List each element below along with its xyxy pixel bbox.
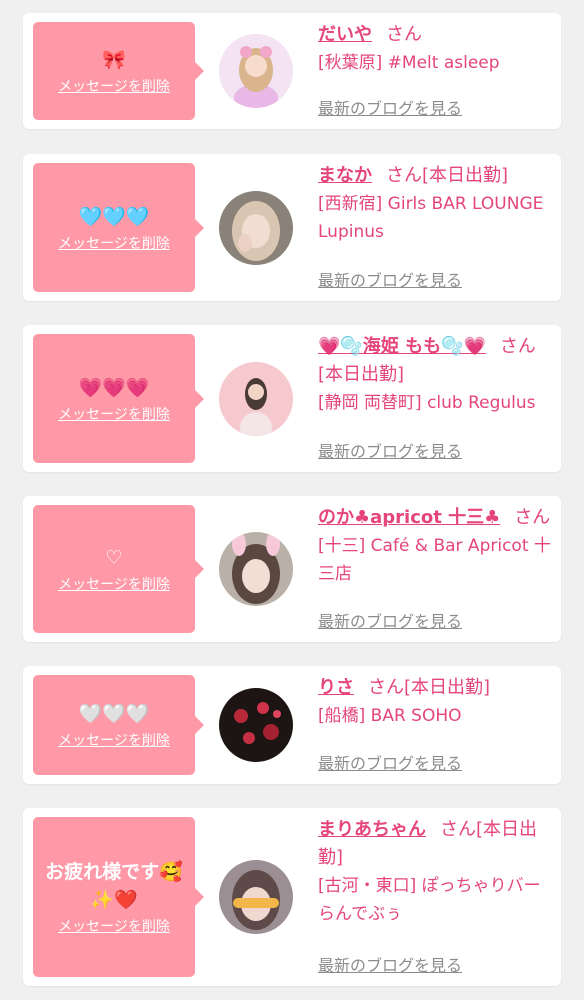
- message-list: 🎀 メッセージを削除 だいや さん [秋葉原] #Melt asleep 最新のブ…: [0, 0, 584, 1000]
- san-suffix: さん: [386, 165, 422, 186]
- message-text: お疲れ様です🥰✨❤️: [45, 861, 183, 911]
- message-text: 🎀: [102, 49, 126, 71]
- latest-blog-link[interactable]: 最新のブログを見る: [318, 438, 462, 462]
- message-text: ♡: [105, 547, 123, 569]
- cast-name-link[interactable]: まなか: [318, 165, 372, 186]
- card-info: だいや さん [秋葉原] #Melt asleep: [318, 21, 553, 77]
- delete-message-link[interactable]: メッセージを削除: [58, 916, 170, 936]
- message-card: ♡ メッセージを削除 のか♣apricot 十三♣ さん [十三] Café & …: [23, 496, 561, 642]
- delete-message-link[interactable]: メッセージを削除: [58, 404, 170, 424]
- message-bubble: ♡ メッセージを削除: [33, 505, 204, 633]
- shop-name: [西新宿] Girls BAR LOUNGE Lupinus: [318, 194, 544, 242]
- message-bubble: 🤍🤍🤍 メッセージを削除: [33, 675, 204, 775]
- card-info: りさ さん[本日出勤] [船橋] BAR SOHO: [318, 674, 553, 730]
- san-suffix: さん: [514, 507, 551, 528]
- cast-name-link[interactable]: まりあちゃん: [318, 819, 426, 840]
- shop-name: [静岡 両替町] club Regulus: [318, 393, 536, 413]
- cast-name-link[interactable]: だいや: [318, 24, 372, 45]
- delete-message-link[interactable]: メッセージを削除: [58, 76, 170, 96]
- latest-blog-link[interactable]: 最新のブログを見る: [318, 95, 462, 119]
- latest-blog-link[interactable]: 最新のブログを見る: [318, 267, 462, 291]
- san-suffix: さん: [368, 677, 404, 698]
- avatar[interactable]: [219, 532, 293, 606]
- card-info: 💗🫧海姫 もも🫧💗 さん [本日出勤] [静岡 両替町] club Regulus: [318, 333, 553, 417]
- shop-name: [古河・東口] ぽっちゃりバー らんでぶぅ: [318, 876, 541, 924]
- san-suffix: さん: [386, 24, 422, 45]
- shop-name: [秋葉原] #Melt asleep: [318, 53, 500, 73]
- card-info: のか♣apricot 十三♣ さん [十三] Café & Bar Apricot…: [318, 504, 553, 588]
- avatar[interactable]: [219, 688, 293, 762]
- message-bubble: 💗💗💗 メッセージを削除: [33, 334, 204, 463]
- avatar[interactable]: [219, 361, 293, 436]
- card-info: まなか さん[本日出勤] [西新宿] Girls BAR LOUNGE Lupin…: [318, 162, 553, 246]
- san-suffix: さん: [440, 819, 476, 840]
- message-text: 🤍🤍🤍: [78, 703, 150, 725]
- cast-name-link[interactable]: のか♣apricot 十三♣: [318, 507, 500, 528]
- avatar[interactable]: [219, 860, 293, 934]
- workday-badge: [本日出勤]: [404, 677, 491, 698]
- message-bubble: お疲れ様です🥰✨❤️ メッセージを削除: [33, 817, 204, 977]
- shop-name: [船橋] BAR SOHO: [318, 706, 462, 726]
- message-card: お疲れ様です🥰✨❤️ メッセージを削除 まりあちゃん さん[本日出勤] [古河・東…: [23, 808, 561, 986]
- avatar[interactable]: [219, 34, 293, 108]
- san-suffix: さん: [499, 336, 536, 357]
- message-bubble: 🎀 メッセージを削除: [33, 22, 204, 120]
- message-card: 🤍🤍🤍 メッセージを削除 りさ さん[本日出勤] [船橋] BAR SOHO 最新…: [23, 666, 561, 784]
- delete-message-link[interactable]: メッセージを削除: [58, 574, 170, 594]
- cast-name-link[interactable]: りさ: [318, 677, 354, 698]
- message-card: 💗💗💗 メッセージを削除 💗🫧海姫 もも🫧💗 さん [本日出勤] [静岡 両替町] …: [23, 325, 561, 472]
- shop-name: [十三] Café & Bar Apricot 十三店: [318, 536, 551, 584]
- latest-blog-link[interactable]: 最新のブログを見る: [318, 952, 462, 976]
- avatar[interactable]: [219, 190, 293, 265]
- message-card: 🎀 メッセージを削除 だいや さん [秋葉原] #Melt asleep 最新のブ…: [23, 13, 561, 129]
- delete-message-link[interactable]: メッセージを削除: [58, 730, 170, 750]
- message-card: 🩵🩵🩵 メッセージを削除 まなか さん[本日出勤] [西新宿] Girls BAR…: [23, 154, 561, 301]
- card-info: まりあちゃん さん[本日出勤] [古河・東口] ぽっちゃりバー らんでぶぅ: [318, 816, 553, 928]
- latest-blog-link[interactable]: 最新のブログを見る: [318, 608, 462, 632]
- latest-blog-link[interactable]: 最新のブログを見る: [318, 750, 462, 774]
- workday-badge: [本日出勤]: [422, 165, 509, 186]
- message-text: 💗💗💗: [78, 376, 150, 399]
- message-bubble: 🩵🩵🩵 メッセージを削除: [33, 163, 204, 292]
- message-text: 🩵🩵🩵: [78, 205, 150, 228]
- delete-message-link[interactable]: メッセージを削除: [58, 233, 170, 253]
- workday-badge: [本日出勤]: [318, 364, 405, 385]
- cast-name-link[interactable]: 💗🫧海姫 もも🫧💗: [318, 336, 486, 357]
